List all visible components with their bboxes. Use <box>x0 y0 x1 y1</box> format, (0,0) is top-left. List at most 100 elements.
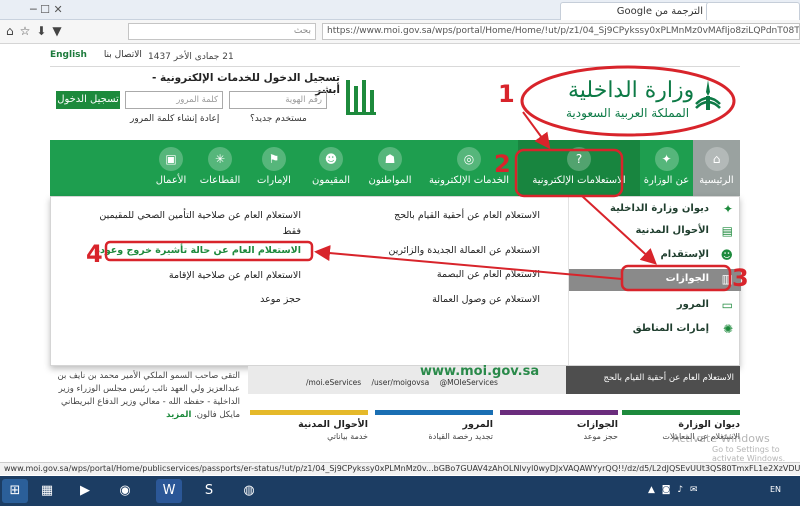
nav-label: الأعمال <box>155 175 187 186</box>
nav-emirates[interactable]: ⚑ الإمارات <box>246 140 302 196</box>
link-fingerprint[interactable]: الاستعلام العام عن البصمة <box>358 269 540 280</box>
emblem-icon: ✦ <box>722 202 733 216</box>
activate-windows-sub: Go to Settings to activate Windows. <box>712 445 786 463</box>
link-worker-arrival[interactable]: الاستعلام عن وصول العمالة <box>358 294 540 305</box>
nav-label: الإمارات <box>257 175 291 186</box>
nav-residents[interactable]: ☻ المقيمون <box>302 140 360 196</box>
nav-e-inquiries[interactable]: ? الاستعلامات الإلكترونية <box>518 140 640 196</box>
language-links: English الاتصال بنا <box>50 50 142 60</box>
id-number-field[interactable]: رقم الهوية <box>229 91 327 109</box>
social-youtube[interactable]: /user/moigovsa <box>372 378 430 387</box>
globe-icon: ◎ <box>457 147 481 171</box>
explorer-icon[interactable]: ▦ <box>34 479 60 503</box>
dropdown-sidebar: ✦ ديوان وزارة الداخلية ▤ الأحوال المدنية… <box>568 197 741 365</box>
link-health-insurance-cont: فقط <box>282 226 301 237</box>
taskbar-language[interactable]: EN <box>770 485 781 494</box>
banner-social-links: /moi.eServices /user/moigovsa @MOIeServi… <box>306 378 498 387</box>
link-new-workers[interactable]: الاستعلام عن العمالة الجديدة والزائرين <box>358 245 540 256</box>
service-title: الأحوال المدنية <box>298 419 368 430</box>
nav-label: الاستعلامات الإلكترونية <box>532 175 626 186</box>
sidebar-item-moi-diwan[interactable]: ✦ ديوان وزارة الداخلية <box>569 199 741 221</box>
citizen-icon: ☗ <box>378 147 402 171</box>
service-title: المرور <box>462 419 493 430</box>
sidebar-item-recruitment[interactable]: ☻ الإستقدام <box>569 245 741 267</box>
nav-label: المواطنون <box>368 175 412 186</box>
browser-status-bar: www.moi.gov.sa/wps/portal/Home/publicser… <box>0 462 800 475</box>
contact-link[interactable]: الاتصال بنا <box>104 50 142 60</box>
browser-nav-bar: ⌂☆⬇▼ بحث https://www.moi.gov.sa/wps/port… <box>0 20 800 44</box>
service-civil-affairs[interactable]: الأحوال المدنية خدمة بياناتي <box>250 410 368 454</box>
create-password-link[interactable]: إعادة إنشاء كلمة المرور <box>130 114 219 124</box>
login-button[interactable]: تسجيل الدخول <box>56 91 120 109</box>
system-tray[interactable]: ▲ ◙ ♪ ✉ <box>648 485 700 495</box>
main-nav: ⌂ الرئيسية ✦ عن الوزارة ? الاستعلامات ال… <box>50 140 740 196</box>
password-field[interactable]: كلمة المرور <box>125 91 223 109</box>
sidebar-item-passports[interactable]: ▥ الجوازات <box>569 269 741 291</box>
browser-tab-moi[interactable] <box>706 2 800 20</box>
nav-label: الرئيسية <box>699 175 734 186</box>
service-sub: خدمة بياناتي <box>327 432 368 441</box>
link-exit-reentry-visa[interactable]: الاستعلام العام عن حالة تأشيرة خروج وعود… <box>71 245 301 256</box>
sidebar-item-label: الإستقدام <box>660 249 709 260</box>
home-icon: ⌂ <box>704 147 729 171</box>
sidebar-item-traffic[interactable]: ▭ المرور <box>569 295 741 317</box>
nav-sectors[interactable]: ✳ القطاعات <box>194 140 246 196</box>
new-user-link[interactable]: مستخدم جديد؟ <box>250 114 307 124</box>
social-twitter[interactable]: @MOIeServices <box>440 378 498 387</box>
service-sub: تجديد رخصة القيادة <box>428 432 493 441</box>
sidebar-item-label: الجوازات <box>665 273 709 284</box>
service-traffic[interactable]: المرور تجديد رخصة القيادة <box>375 410 493 454</box>
media-player-icon[interactable]: ▶ <box>72 479 98 503</box>
emirates-icon: ✺ <box>722 322 733 336</box>
sidebar-item-civil-affairs[interactable]: ▤ الأحوال المدنية <box>569 221 741 243</box>
moi-logo-subtitle: المملكة العربية السعودية <box>566 106 690 120</box>
browser-toolbar-icons[interactable]: ⌂☆⬇▼ <box>6 24 68 38</box>
link-hajj-eligibility[interactable]: الاستعلام العام عن أحقية القيام بالحج <box>358 210 540 221</box>
sidebar-item-label: الأحوال المدنية <box>635 225 709 236</box>
annot-step-1: 1 <box>498 80 515 108</box>
residents-icon: ☻ <box>319 147 343 171</box>
service-title: ديوان الوزارة <box>678 419 740 430</box>
english-link[interactable]: English <box>50 50 87 60</box>
browser-tab-translate[interactable]: الترجمة من Google <box>560 2 710 20</box>
service-sub: حجز موعد <box>583 432 618 441</box>
nav-home[interactable]: ⌂ الرئيسية <box>693 140 740 196</box>
link-appointment[interactable]: حجز موعد <box>71 294 301 305</box>
annot-step-2: 2 <box>494 150 511 178</box>
firefox-icon[interactable]: ◍ <box>236 479 262 503</box>
search-input[interactable]: بحث <box>128 23 316 40</box>
nav-about[interactable]: ✦ عن الوزارة <box>640 140 693 196</box>
hajj-inquiry-box[interactable]: الاستعلام العام عن أحقية القيام بالحج <box>566 366 740 394</box>
sectors-icon: ✳ <box>208 147 232 171</box>
nav-citizens[interactable]: ☗ المواطنون <box>360 140 420 196</box>
skype-icon[interactable]: S <box>196 479 222 503</box>
emirates-icon: ⚑ <box>262 147 286 171</box>
annot-step-4: 4 <box>86 240 103 268</box>
nav-label: المقيمون <box>312 175 350 186</box>
url-bar[interactable]: https://www.moi.gov.sa/wps/portal/Home/H… <box>322 23 800 40</box>
sidebar-item-label: ديوان وزارة الداخلية <box>610 203 709 214</box>
more-link[interactable]: المزيد <box>166 410 191 420</box>
link-health-insurance[interactable]: الاستعلام العام عن صلاحية التأمين الصحي … <box>71 210 301 221</box>
social-facebook[interactable]: /moi.eServices <box>306 378 361 387</box>
nav-business[interactable]: ▣ الأعمال <box>148 140 194 196</box>
window-controls[interactable]: ─ ☐ ✕ <box>30 3 63 16</box>
saudi-emblem-icon <box>695 80 721 110</box>
emblem-icon: ✦ <box>654 147 679 171</box>
word-icon[interactable]: W <box>156 479 182 503</box>
chrome-icon[interactable]: ◉ <box>112 479 138 503</box>
sidebar-item-label: إمارات المناطق <box>632 323 709 334</box>
inquiry-icon: ? <box>567 147 591 171</box>
link-iqama-validity[interactable]: الاستعلام العام عن صلاحية الإقامة <box>71 270 301 281</box>
service-passports[interactable]: الجوازات حجز موعد <box>500 410 618 454</box>
inquiries-dropdown: ✦ ديوان وزارة الداخلية ▤ الأحوال المدنية… <box>50 196 741 366</box>
service-title: الجوازات <box>576 419 618 430</box>
annot-step-3: 3 <box>732 264 749 292</box>
sidebar-item-regional-emirates[interactable]: ✺ إمارات المناطق <box>569 319 741 341</box>
person-icon: ☻ <box>720 248 733 262</box>
activate-windows-watermark: Activate Windows <box>672 432 770 445</box>
start-button[interactable]: ⊞ <box>2 479 28 503</box>
header-divider <box>50 66 740 67</box>
passport-icon: ▥ <box>721 272 733 286</box>
business-icon: ▣ <box>159 147 183 171</box>
